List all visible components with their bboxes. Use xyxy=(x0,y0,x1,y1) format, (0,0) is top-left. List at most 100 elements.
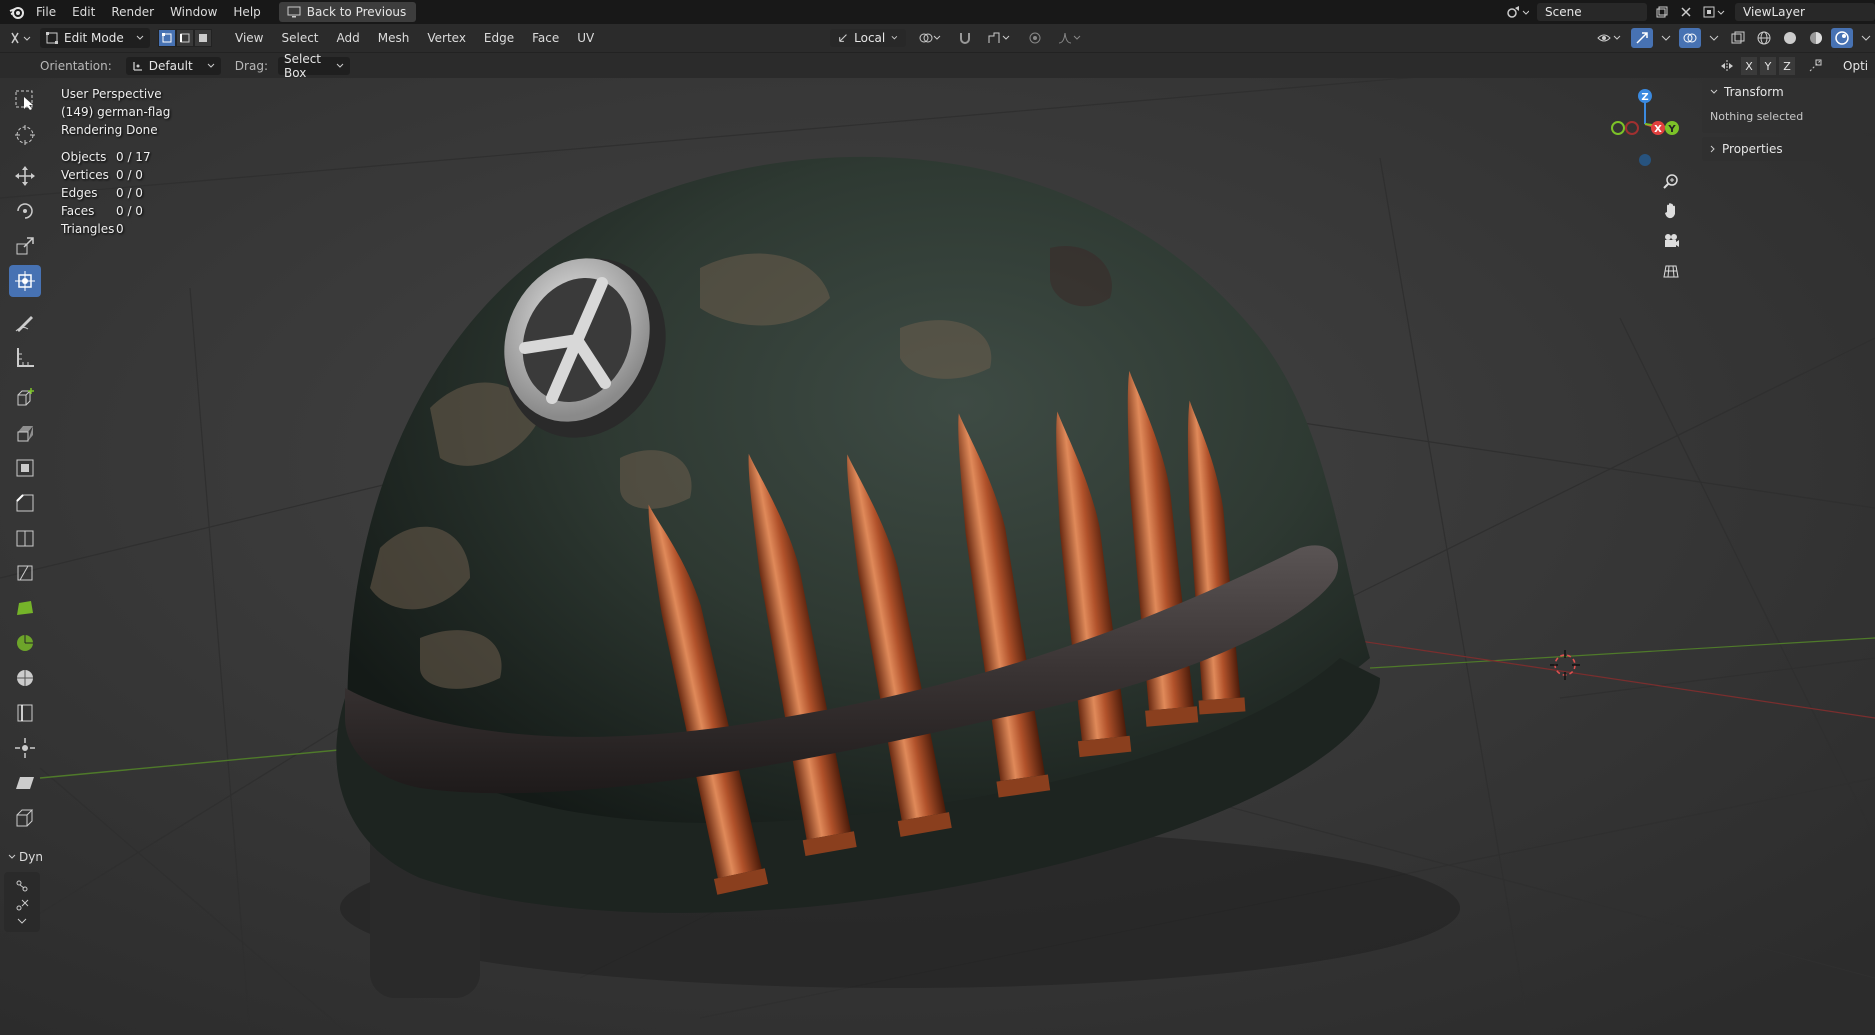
edge-slide-tool-icon[interactable] xyxy=(9,697,41,729)
gizmo-neg-z-axis[interactable] xyxy=(1639,154,1651,166)
inset-faces-tool-icon[interactable] xyxy=(9,452,41,484)
screen-icon xyxy=(287,6,301,18)
poly-build-tool-icon[interactable] xyxy=(9,592,41,624)
chevron-down-icon[interactable] xyxy=(17,917,27,925)
cursor-tool-icon[interactable] xyxy=(9,119,41,151)
editor-type-icon[interactable] xyxy=(6,28,38,48)
rip-region-tool-icon[interactable] xyxy=(9,802,41,834)
snap-icon[interactable] xyxy=(954,28,976,48)
shading-options-icon[interactable] xyxy=(1857,28,1875,48)
menu-face[interactable]: Face xyxy=(523,31,568,45)
solid-shading-icon[interactable] xyxy=(1779,28,1801,48)
face-select-icon[interactable] xyxy=(194,29,212,47)
stat-value: 0 / 0 xyxy=(116,204,143,218)
material-preview-shading-icon[interactable] xyxy=(1805,28,1827,48)
view-layer-browse-icon[interactable] xyxy=(1699,2,1731,22)
topology-add-icon[interactable] xyxy=(14,879,30,893)
gizmo-neg-x-axis[interactable] xyxy=(1625,121,1639,135)
menu-file[interactable]: File xyxy=(28,0,64,24)
menu-render[interactable]: Render xyxy=(103,0,162,24)
knife-tool-icon[interactable] xyxy=(9,557,41,589)
stat-value: 0 / 0 xyxy=(116,186,143,200)
back-to-previous-button[interactable]: Back to Previous xyxy=(278,2,417,22)
navigation-gizmo[interactable]: Z X Y xyxy=(1600,84,1690,174)
3d-viewport[interactable] xyxy=(0,78,1875,1035)
transform-orientation-label: Local xyxy=(854,31,886,45)
scale-tool-icon[interactable] xyxy=(9,230,41,262)
pan-hand-icon[interactable] xyxy=(1658,200,1684,222)
chevron-right-icon xyxy=(1710,145,1715,153)
xray-toggle-icon[interactable] xyxy=(1727,28,1749,48)
menu-view[interactable]: View xyxy=(226,31,272,45)
vertex-select-icon[interactable] xyxy=(158,29,176,47)
drag-dropdown[interactable]: Select Box xyxy=(277,52,350,80)
scene-name-field[interactable]: Scene xyxy=(1537,3,1647,21)
smooth-tool-icon[interactable] xyxy=(9,662,41,694)
visibility-icon[interactable] xyxy=(1593,28,1627,48)
mode-dropdown[interactable]: Edit Mode xyxy=(40,28,150,48)
zoom-icon[interactable] xyxy=(1658,170,1684,192)
transform-tool-icon[interactable] xyxy=(9,265,41,297)
menu-edge[interactable]: Edge xyxy=(475,31,523,45)
options-dropdown[interactable]: Opti xyxy=(1835,57,1875,75)
dynamic-panel-header[interactable]: Dyn xyxy=(4,850,46,864)
rendered-shading-icon[interactable] xyxy=(1831,28,1853,48)
delete-scene-icon[interactable] xyxy=(1677,2,1695,22)
menu-vertex[interactable]: Vertex xyxy=(418,31,475,45)
scene-browse-icon[interactable] xyxy=(1503,2,1533,22)
gizmo-neg-y-axis[interactable] xyxy=(1611,121,1625,135)
shear-tool-icon[interactable] xyxy=(9,767,41,799)
menu-add[interactable]: Add xyxy=(328,31,369,45)
view-layer-field[interactable]: ViewLayer xyxy=(1735,3,1875,21)
menu-help[interactable]: Help xyxy=(225,0,268,24)
mirror-x-toggle[interactable]: X xyxy=(1741,57,1757,75)
loop-cut-tool-icon[interactable] xyxy=(9,522,41,554)
shrink-fatten-tool-icon[interactable] xyxy=(9,732,41,764)
stat-key: Objects xyxy=(61,150,107,164)
wireframe-shading-icon[interactable] xyxy=(1753,28,1775,48)
overlays-toggle-icon[interactable] xyxy=(1679,28,1701,48)
stat-row: Objects 0 / 17 xyxy=(61,148,151,166)
falloff-icon[interactable] xyxy=(1054,28,1086,48)
new-scene-icon[interactable] xyxy=(1651,2,1673,22)
spin-tool-icon[interactable] xyxy=(9,627,41,659)
transform-panel-header[interactable]: Transform xyxy=(1702,80,1875,104)
dynamic-panel-label: Dyn xyxy=(19,850,43,864)
blender-logo-icon[interactable] xyxy=(6,0,28,24)
annotate-tool-icon[interactable] xyxy=(9,306,41,338)
add-cube-tool-icon[interactable] xyxy=(9,382,41,414)
auto-merge-icon[interactable] xyxy=(1804,56,1826,76)
chevron-down-icon xyxy=(207,63,215,68)
edge-select-icon[interactable] xyxy=(176,29,194,47)
orientation-value: Default xyxy=(148,58,193,73)
extrude-tool-icon[interactable] xyxy=(9,417,41,449)
transform-orientation-dropdown[interactable]: Local xyxy=(830,29,906,47)
topology-remove-icon[interactable] xyxy=(14,898,30,912)
properties-panel-header[interactable]: Properties xyxy=(1702,137,1875,161)
measure-tool-icon[interactable] xyxy=(9,341,41,373)
perspective-toggle-icon[interactable] xyxy=(1658,260,1684,282)
menu-window[interactable]: Window xyxy=(162,0,225,24)
mirror-z-toggle[interactable]: Z xyxy=(1779,57,1795,75)
proportional-editing-icon[interactable] xyxy=(1024,28,1046,48)
mirror-y-toggle[interactable]: Y xyxy=(1760,57,1776,75)
gizmo-toggle-icon[interactable] xyxy=(1631,28,1653,48)
stat-row: Faces 0 / 0 xyxy=(61,202,151,220)
camera-view-icon[interactable] xyxy=(1658,230,1684,252)
gizmo-options-icon[interactable] xyxy=(1657,28,1675,48)
drag-label: Drag: xyxy=(234,58,268,73)
rotate-tool-icon[interactable] xyxy=(9,195,41,227)
mirror-icon[interactable] xyxy=(1716,56,1738,76)
menu-mesh[interactable]: Mesh xyxy=(369,31,419,45)
snap-target-icon[interactable] xyxy=(984,28,1016,48)
menu-edit[interactable]: Edit xyxy=(64,0,103,24)
select-box-tool-icon[interactable] xyxy=(9,84,41,116)
overlays-options-icon[interactable] xyxy=(1705,28,1723,48)
bevel-tool-icon[interactable] xyxy=(9,487,41,519)
move-tool-icon[interactable] xyxy=(9,160,41,192)
orientation-dropdown[interactable]: Default xyxy=(125,56,221,75)
pivot-point-icon[interactable] xyxy=(914,28,946,48)
menu-select[interactable]: Select xyxy=(272,31,327,45)
menu-uv[interactable]: UV xyxy=(568,31,603,45)
transform-panel-body: Nothing selected xyxy=(1710,110,1804,123)
